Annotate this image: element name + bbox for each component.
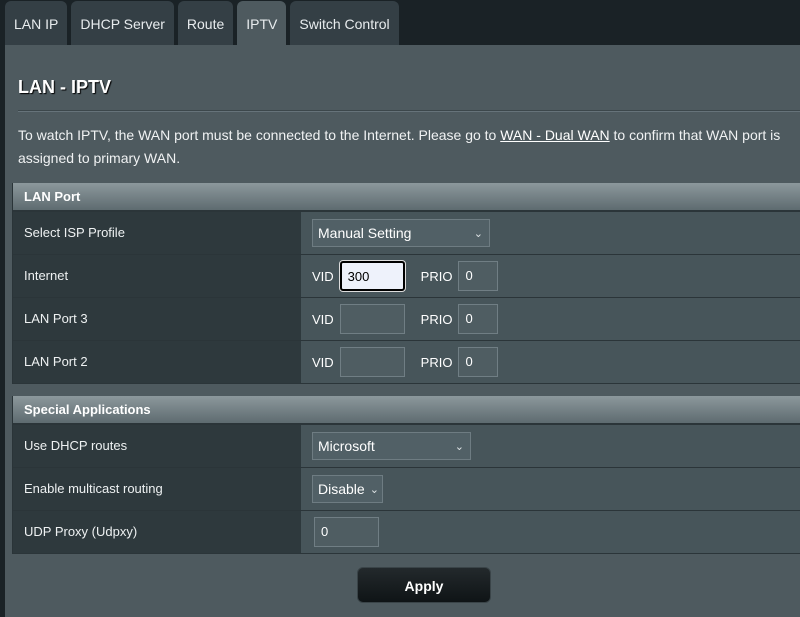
- table-row: LAN Port 2 VID PRIO 0: [13, 341, 800, 384]
- divider: [18, 110, 800, 112]
- row-label: Internet: [13, 255, 301, 297]
- table-row: Select ISP Profile Manual Setting ⌄: [13, 212, 800, 255]
- prio-label: PRIO: [420, 268, 453, 284]
- tab-bar: LAN IP DHCP Server Route IPTV Switch Con…: [5, 1, 399, 46]
- chevron-down-icon: ⌄: [473, 227, 483, 240]
- udpxy-input[interactable]: 0: [314, 517, 379, 547]
- description: To watch IPTV, the WAN port must be conn…: [18, 124, 798, 170]
- table-row: UDP Proxy (Udpxy) 0: [13, 511, 800, 554]
- page-title: LAN - IPTV: [18, 77, 111, 97]
- prio-label: PRIO: [420, 311, 453, 327]
- select-value: Manual Setting: [318, 225, 412, 241]
- isp-profile-select[interactable]: Manual Setting ⌄: [312, 219, 490, 247]
- row-label: Select ISP Profile: [13, 212, 301, 254]
- select-value: Microsoft: [318, 438, 375, 454]
- vid-label: VID: [312, 354, 334, 370]
- dhcp-routes-select[interactable]: Microsoft ⌄: [312, 432, 471, 460]
- table-row: Enable multicast routing Disable ⌄: [13, 468, 800, 511]
- row-label: Enable multicast routing: [13, 468, 301, 510]
- tab-iptv[interactable]: IPTV: [237, 1, 287, 46]
- chevron-down-icon: ⌄: [454, 440, 464, 453]
- row-label: Use DHCP routes: [13, 425, 301, 467]
- iptv-panel: LAN - IPTV To watch IPTV, the WAN port m…: [5, 45, 800, 617]
- vid-label: VID: [312, 268, 334, 284]
- special-applications-table: Special Applications Use DHCP routes Mic…: [12, 396, 800, 554]
- lan-port-table: LAN Port Select ISP Profile Manual Setti…: [12, 183, 800, 384]
- apply-button[interactable]: Apply: [357, 567, 491, 603]
- tab-dhcp-server[interactable]: DHCP Server: [71, 1, 174, 46]
- internet-vid-input[interactable]: 300: [339, 261, 405, 291]
- lan2-prio-input[interactable]: 0: [458, 347, 499, 377]
- prio-label: PRIO: [420, 354, 453, 370]
- select-value: Disable: [318, 481, 365, 497]
- table-row: LAN Port 3 VID PRIO 0: [13, 298, 800, 341]
- row-label: LAN Port 3: [13, 298, 301, 340]
- row-label: LAN Port 2: [13, 341, 301, 383]
- multicast-routing-select[interactable]: Disable ⌄: [312, 475, 383, 503]
- section-header-special-applications: Special Applications: [13, 396, 800, 425]
- table-row: Internet VID 300 PRIO 0: [13, 255, 800, 298]
- chevron-down-icon: ⌄: [369, 483, 379, 496]
- vid-label: VID: [312, 311, 334, 327]
- table-row: Use DHCP routes Microsoft ⌄: [13, 425, 800, 468]
- description-text: To watch IPTV, the WAN port must be conn…: [18, 127, 501, 143]
- internet-prio-input[interactable]: 0: [458, 261, 499, 291]
- tab-route[interactable]: Route: [177, 1, 234, 46]
- tab-lan-ip[interactable]: LAN IP: [5, 1, 68, 46]
- lan3-vid-input[interactable]: [339, 304, 405, 334]
- section-header-lan-port: LAN Port: [13, 183, 800, 212]
- lan2-vid-input[interactable]: [339, 347, 405, 377]
- tab-switch-control[interactable]: Switch Control: [290, 1, 399, 46]
- row-label: UDP Proxy (Udpxy): [13, 511, 301, 553]
- wan-dual-wan-link[interactable]: WAN - Dual WAN: [500, 127, 609, 143]
- lan3-prio-input[interactable]: 0: [458, 304, 499, 334]
